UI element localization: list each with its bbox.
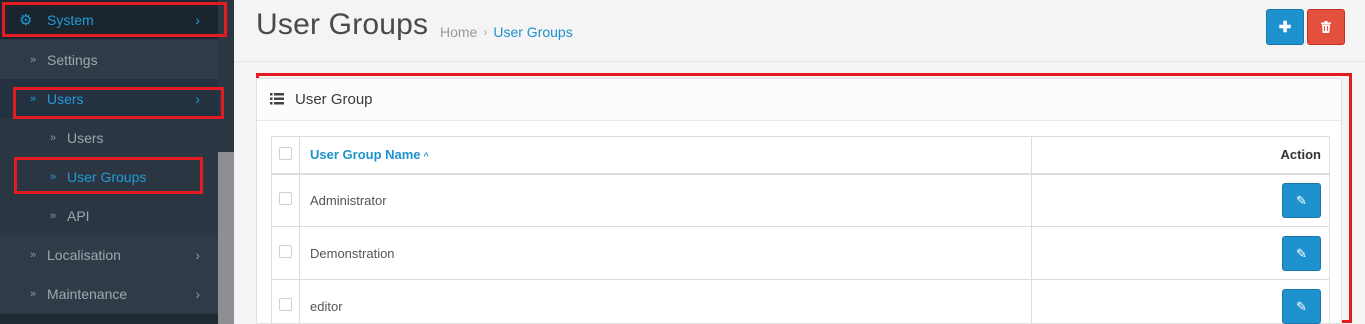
sidebar-subitem-users[interactable]: » Users <box>0 118 218 157</box>
user-group-table: User Group Name^ Action Administrator ✎ <box>271 136 1330 324</box>
header-divider <box>234 61 1365 62</box>
trash-icon <box>1321 21 1331 33</box>
edit-button[interactable]: ✎ <box>1282 235 1321 271</box>
column-header-action: Action <box>1031 136 1330 175</box>
sidebar-footer <box>0 314 218 324</box>
pencil-icon: ✎ <box>1296 192 1307 208</box>
select-all-checkbox[interactable] <box>279 146 292 160</box>
sidebar-item-label: Maintenance <box>47 285 128 302</box>
double-chevron-icon: » <box>50 131 57 144</box>
pencil-icon: ✎ <box>1296 298 1307 314</box>
column-header-name[interactable]: User Group Name ^ <box>299 136 1032 175</box>
chevron-right-icon: › <box>195 246 200 263</box>
sidebar-item-users[interactable]: » Users › <box>0 79 218 118</box>
plus-icon: ✚ <box>1278 19 1292 36</box>
breadcrumb: Home › User Groups <box>440 24 573 40</box>
row-checkbox-cell <box>271 279 300 324</box>
sidebar-item-localisation[interactable]: » Localisation › <box>0 235 218 274</box>
add-button[interactable]: ✚ <box>1266 9 1304 45</box>
double-chevron-icon: » <box>30 92 37 105</box>
table-row: Administrator ✎ <box>271 173 1330 227</box>
group-name-cell: editor <box>299 279 1032 324</box>
sidebar-item-label: User Groups <box>67 168 147 185</box>
action-cell: ✎ <box>1031 279 1330 324</box>
sidebar-item-maintenance[interactable]: » Maintenance › <box>0 274 218 313</box>
sort-asc-icon: ^ <box>423 151 429 162</box>
sidebar-item-label: System <box>47 11 94 28</box>
action-cell: ✎ <box>1031 226 1330 280</box>
page-title: User Groups <box>256 8 429 41</box>
double-chevron-icon: » <box>30 287 37 300</box>
pencil-icon: ✎ <box>1296 245 1307 261</box>
group-name-cell: Demonstration <box>299 226 1032 280</box>
group-name-cell: Administrator <box>299 173 1032 227</box>
list-icon <box>270 93 284 105</box>
table-header-row: User Group Name ^ Action <box>271 136 1330 175</box>
breadcrumb-home[interactable]: Home <box>440 24 477 40</box>
breadcrumb-current[interactable]: User Groups <box>493 24 572 40</box>
row-checkbox[interactable] <box>279 245 292 258</box>
select-all-cell <box>271 136 300 175</box>
sidebar: ⚙ System › » Settings » Users › » Users … <box>0 0 234 324</box>
double-chevron-icon: » <box>30 53 37 66</box>
gear-icon: ⚙ <box>19 12 33 29</box>
double-chevron-icon: » <box>50 209 57 222</box>
app-window: ⚙ System › » Settings » Users › » Users … <box>0 0 1365 324</box>
panel-heading: User Group <box>257 79 1341 121</box>
table-row: Demonstration ✎ <box>271 226 1330 280</box>
edit-button[interactable]: ✎ <box>1282 288 1321 324</box>
sidebar-item-system[interactable]: ⚙ System › <box>0 0 218 39</box>
sidebar-item-label: Settings <box>47 51 98 68</box>
chevron-right-icon: › <box>195 285 200 302</box>
edit-button[interactable]: ✎ <box>1282 182 1321 218</box>
chevron-right-icon: › <box>195 90 200 107</box>
row-checkbox-cell <box>271 226 300 280</box>
chevron-right-icon: › <box>195 11 200 28</box>
sidebar-scrollbar[interactable] <box>218 152 234 324</box>
sidebar-item-label: API <box>67 207 90 224</box>
sidebar-item-label: Users <box>47 90 84 107</box>
double-chevron-icon: » <box>50 170 57 183</box>
main-content: User Groups Home › User Groups ✚ User Gr… <box>234 0 1365 324</box>
sidebar-item-settings[interactable]: » Settings <box>0 40 218 79</box>
user-group-panel: User Group User Group Name ^ Action Admi… <box>256 78 1342 324</box>
sidebar-subitem-api[interactable]: » API <box>0 196 218 235</box>
sidebar-item-label: Localisation <box>47 246 121 263</box>
column-header-label: User Group Name <box>310 147 421 163</box>
panel-title: User Group <box>295 91 373 108</box>
row-checkbox[interactable] <box>279 192 292 206</box>
sidebar-subitem-user-groups[interactable]: » User Groups <box>0 157 218 196</box>
breadcrumb-separator-icon: › <box>483 25 488 39</box>
row-checkbox-cell <box>271 173 300 227</box>
row-checkbox[interactable] <box>279 298 292 311</box>
table-row: editor ✎ <box>271 279 1330 324</box>
action-cell: ✎ <box>1031 173 1330 227</box>
scrollbar-track <box>218 0 234 152</box>
double-chevron-icon: » <box>30 248 37 261</box>
delete-button[interactable] <box>1307 9 1345 45</box>
sidebar-item-label: Users <box>67 129 104 146</box>
